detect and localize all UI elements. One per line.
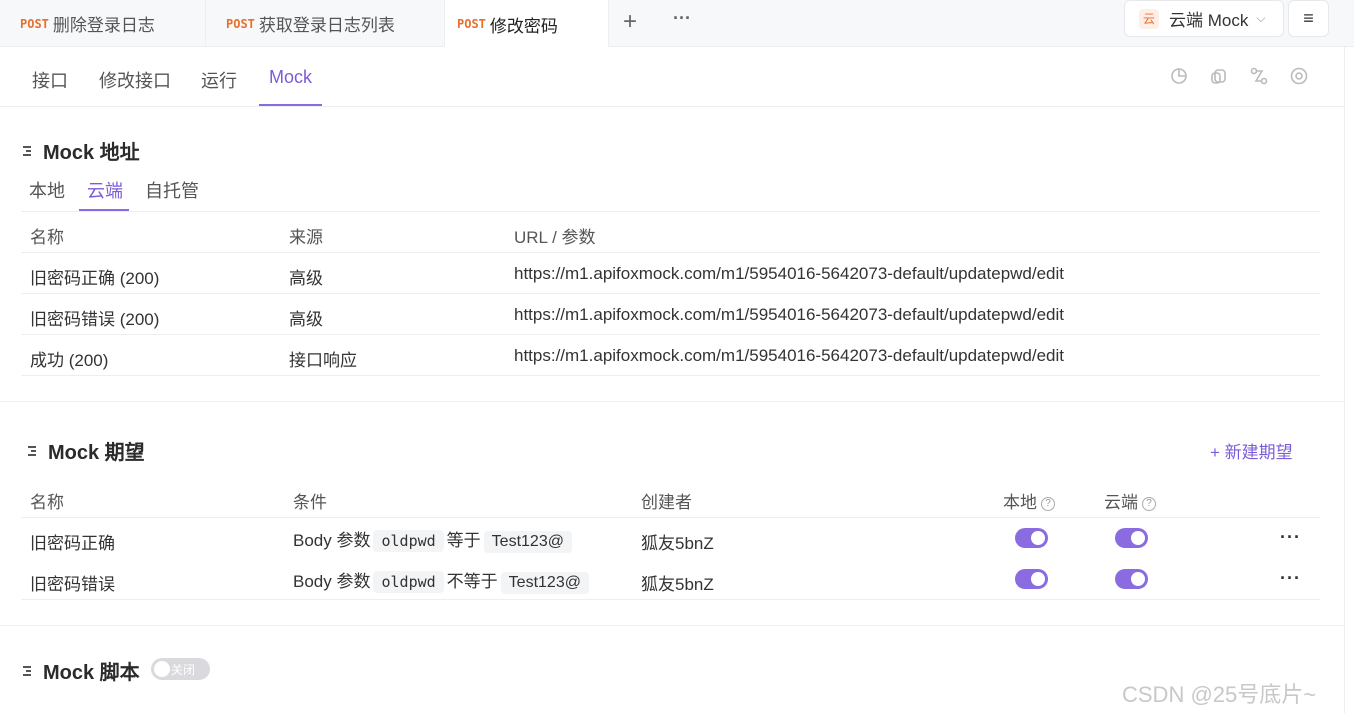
more-tabs-icon[interactable]: ··· [673,8,691,29]
condition-operator: 不等于 [446,572,498,591]
expect-row-condition: Body 参数 oldpwd 等于 Test123@ [293,526,575,553]
request-tab[interactable]: POST 删除登录日志 [0,0,206,47]
cloud-toggle[interactable] [1115,528,1148,548]
chart-icon[interactable] [1169,66,1189,86]
column-header-cloud: 云端? [1104,488,1156,513]
expect-row-creator: 狐友5bnZ [641,575,714,594]
address-row-source: 接口响应 [289,351,357,370]
condition-param: oldpwd [373,530,444,552]
address-row-source: 高级 [289,310,323,329]
section-icon [23,144,35,158]
divider [21,211,1320,212]
subnav-mock[interactable]: Mock [269,67,312,88]
condition-prefix: Body 参数 [293,572,371,591]
http-method-badge: POST [20,16,49,31]
subnav-run[interactable]: 运行 [201,67,237,93]
column-header-url: URL / 参数 [514,228,596,247]
add-tab-icon[interactable]: + [623,8,637,36]
request-tab-label: 删除登录日志 [52,16,155,35]
cloud-env-icon: 云 [1139,8,1159,29]
http-method-badge: POST [226,16,255,31]
address-row-url[interactable]: https://m1.apifoxmock.com/m1/5954016-564… [514,264,1064,284]
hamburger-icon: ≡ [1303,8,1314,28]
vertical-scrollbar[interactable] [1344,47,1354,713]
copy-icon[interactable] [1209,66,1229,86]
column-header-creator: 创建者 [641,493,692,512]
divider [21,252,1320,253]
address-tab-local[interactable]: 本地 [29,177,65,203]
divider [21,293,1320,294]
http-method-badge: POST [457,17,486,31]
section-divider [0,401,1344,402]
request-tab[interactable]: POST 获取登录日志列表 [206,0,445,47]
divider [21,517,1320,518]
divider [21,599,1320,600]
row-more-icon[interactable]: ··· [1280,568,1301,589]
section-icon [28,444,40,458]
condition-operator: 等于 [446,531,481,550]
condition-param: oldpwd [373,571,444,593]
request-tab-active[interactable]: POST 修改密码 [445,0,609,48]
new-expectation-button[interactable]: + 新建期望 [1210,438,1293,463]
menu-button[interactable]: ≡ [1288,0,1329,37]
condition-value: Test123@ [483,531,572,553]
cloud-toggle[interactable] [1115,569,1148,589]
expect-row-condition: Body 参数 oldpwd 不等于 Test123@ [293,567,592,594]
address-tab-selfhosted[interactable]: 自托管 [145,177,199,203]
settings-icon[interactable] [1289,66,1309,86]
section-icon [23,664,35,678]
share-icon[interactable] [1249,66,1269,86]
column-header-name: 名称 [30,493,64,512]
environment-label: 云端 Mock [1169,11,1249,30]
divider [21,334,1320,335]
request-tab-label: 获取登录日志列表 [258,16,395,35]
mock-script-toggle[interactable]: 关闭 [151,658,210,680]
section-title-mock-script: Mock 脚本 [23,656,140,685]
local-toggle[interactable] [1015,569,1048,589]
expect-row-name: 旧密码错误 [30,575,115,594]
condition-value: Test123@ [500,572,589,594]
local-toggle[interactable] [1015,528,1048,548]
environment-select[interactable]: 云 云端 Mock ⌵ [1124,0,1284,37]
section-divider [0,625,1344,626]
column-header-source: 来源 [289,228,323,247]
subnav-api[interactable]: 接口 [32,67,68,93]
column-header-cloud-label: 云端 [1104,493,1138,512]
request-tab-bar: POST 删除登录日志 POST 获取登录日志列表 POST 修改密码 + ··… [0,0,1354,48]
address-row-url[interactable]: https://m1.apifoxmock.com/m1/5954016-564… [514,346,1064,366]
address-row-name: 旧密码错误 (200) [30,310,160,329]
address-row-name: 旧密码正确 (200) [30,269,160,288]
api-subnav: 接口 修改接口 运行 Mock [0,47,1344,107]
subnav-edit-api[interactable]: 修改接口 [99,67,171,93]
row-more-icon[interactable]: ··· [1280,527,1301,548]
address-row-source: 高级 [289,269,323,288]
address-tab-cloud[interactable]: 云端 [87,177,123,203]
column-header-local-label: 本地 [1003,493,1037,512]
watermark: CSDN @25号底片~ [1122,682,1317,707]
section-title-text: Mock 期望 [48,442,145,464]
address-row-name: 成功 (200) [30,351,109,370]
expect-row-name: 旧密码正确 [30,534,115,553]
condition-prefix: Body 参数 [293,531,371,550]
subnav-active-indicator [259,104,322,106]
toggle-label: 关闭 [171,662,196,677]
divider [21,375,1320,376]
section-title-mock-address: Mock 地址 [23,136,140,165]
column-header-condition: 条件 [293,493,327,512]
section-title-mock-expect: Mock 期望 [28,436,145,465]
chevron-down-icon: ⌵ [1256,11,1266,25]
section-title-text: Mock 脚本 [43,662,140,684]
request-tab-label: 修改密码 [489,16,558,36]
column-header-local: 本地? [1003,488,1055,513]
section-title-text: Mock 地址 [43,142,140,164]
address-row-url[interactable]: https://m1.apifoxmock.com/m1/5954016-564… [514,305,1064,325]
column-header-name: 名称 [30,228,64,247]
expect-row-creator: 狐友5bnZ [641,534,714,553]
help-icon[interactable]: ? [1142,496,1156,511]
help-icon[interactable]: ? [1041,496,1055,511]
